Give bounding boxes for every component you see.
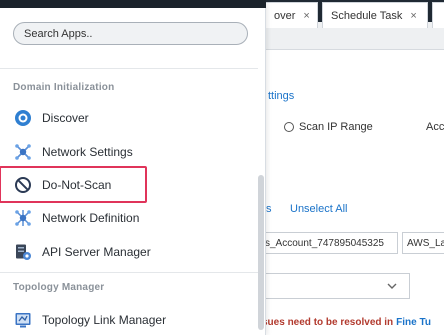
highlight-box <box>0 166 147 203</box>
settings-link[interactable]: ttings <box>268 90 294 102</box>
tab-schedule-task[interactable]: Schedule Task × <box>322 2 428 28</box>
scan-ip-range-label: Scan IP Range <box>299 121 373 133</box>
tab-label: over <box>274 9 296 22</box>
scrollbar[interactable] <box>258 175 264 330</box>
chevron-down-icon <box>387 280 397 294</box>
fine-tune-link[interactable]: Fine Tu <box>396 317 431 328</box>
menu-item-label: Topology Link Manager <box>42 313 167 327</box>
network-settings-icon <box>14 143 32 161</box>
section-title-domain-initialization: Domain Initialization <box>13 82 115 93</box>
menu-item-network-definition[interactable]: Network Definition <box>8 203 258 233</box>
menu-item-label: Network Definition <box>42 211 140 225</box>
tab-discover[interactable]: over × <box>266 2 318 28</box>
scan-ip-range-radio[interactable] <box>284 122 294 132</box>
acc-label: Acc <box>426 121 444 133</box>
search-placeholder: Search Apps.. <box>24 27 93 40</box>
app-launcher-panel: Search Apps.. Domain Initialization Disc… <box>0 0 266 335</box>
menu-item-label: Network Settings <box>42 145 133 159</box>
aws-field[interactable]: AWS_La <box>402 232 444 254</box>
divider <box>0 68 258 69</box>
menu-item-api-server-manager[interactable]: API Server Manager <box>8 237 258 267</box>
launcher-header <box>0 0 266 8</box>
api-server-manager-icon <box>14 243 32 261</box>
network-definition-icon <box>14 209 32 227</box>
tab-extra[interactable]: × <box>432 2 444 28</box>
account-field[interactable]: s_Account_747895045325 <box>262 232 398 254</box>
account-field-value: s_Account_747895045325 <box>265 237 384 249</box>
menu-item-topology-link-manager[interactable]: Topology Link Manager <box>8 305 258 335</box>
banner-text: sues need to be resolved in <box>262 317 394 328</box>
aws-field-value: AWS_La <box>407 237 444 249</box>
menu-item-label: Discover <box>42 111 89 125</box>
close-icon[interactable]: × <box>303 10 309 22</box>
select-link[interactable]: s <box>266 203 272 215</box>
topology-link-manager-icon <box>14 311 32 329</box>
section-title-topology-manager: Topology Manager <box>13 282 105 293</box>
menu-item-discover[interactable]: Discover <box>8 103 258 133</box>
menu-item-label: API Server Manager <box>42 245 151 259</box>
close-icon[interactable]: × <box>410 10 416 22</box>
menu-item-network-settings[interactable]: Network Settings <box>8 137 258 167</box>
discover-icon <box>14 109 32 127</box>
dropdown-select[interactable] <box>262 273 410 299</box>
unselect-all-link[interactable]: Unselect All <box>290 203 347 215</box>
search-apps-input[interactable]: Search Apps.. <box>13 22 248 45</box>
divider <box>0 272 258 273</box>
tab-label: Schedule Task <box>331 9 403 22</box>
issues-banner: sues need to be resolved in Fine Tu <box>262 310 444 335</box>
